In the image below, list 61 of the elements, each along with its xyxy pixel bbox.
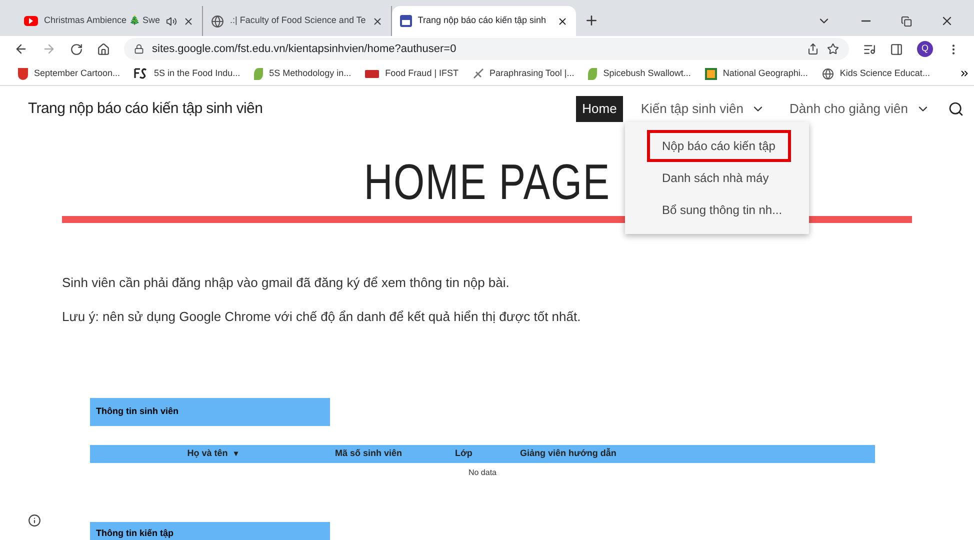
column-header[interactable]: Họ và tên ▾ xyxy=(90,447,335,461)
info-icon[interactable] xyxy=(28,514,41,527)
browser-tab[interactable]: Trang nộp báo cáo kiến tập sinh xyxy=(392,6,576,36)
paragraph: Sinh viên cần phải đăng nhập vào gmail đã đăng ký để xem thông tin nộp bài. xyxy=(62,274,510,292)
back-icon[interactable] xyxy=(14,42,28,56)
tab-title: Trang nộp báo cáo kiến tập sinh xyxy=(418,14,548,28)
video-play-icon xyxy=(24,16,38,26)
bookmark[interactable]: National Geographi... xyxy=(704,66,808,80)
shield-icon xyxy=(18,68,28,80)
star-icon[interactable] xyxy=(827,43,839,55)
speaker-icon[interactable] xyxy=(166,16,178,26)
empty-table-text: No data xyxy=(467,467,498,479)
more-bookmarks-icon[interactable] xyxy=(959,68,970,79)
tab-title: .:| Faculty of Food Science and Te xyxy=(230,14,366,28)
profile-avatar[interactable]: Q xyxy=(917,41,933,57)
nav-item[interactable]: Home xyxy=(576,96,623,122)
menu-item[interactable]: Danh sách nhà máy xyxy=(647,162,791,194)
column-header: Lớp xyxy=(455,447,474,460)
globe-icon xyxy=(211,14,224,28)
menu-item[interactable]: Bổ sung thông tin nh... xyxy=(647,194,791,226)
sort-caret[interactable]: ▾ xyxy=(234,449,238,458)
tab-title: Christmas Ambience 🎄 Swe xyxy=(44,14,160,28)
section-header: Thông tin kiến tập xyxy=(90,522,330,540)
page-icon xyxy=(400,15,412,27)
reload-icon[interactable] xyxy=(70,42,83,56)
home-icon[interactable] xyxy=(97,42,110,56)
bookmark[interactable]: 5S in the Food Indu... xyxy=(134,66,240,80)
side-panel-icon[interactable] xyxy=(890,42,903,56)
lock-icon xyxy=(134,44,144,54)
page-heading: HOME PAGE xyxy=(364,154,610,210)
close-tab-icon[interactable] xyxy=(556,16,568,26)
media-icon[interactable] xyxy=(863,42,876,56)
letters-logo-icon xyxy=(134,68,148,79)
bookmark[interactable]: September Cartoon... xyxy=(18,66,120,80)
bookmark[interactable]: Paraphrasing Tool |... xyxy=(472,66,574,80)
column-header: Giảng viên hướng dẫn xyxy=(520,447,616,460)
leaf-icon xyxy=(254,68,264,80)
leaf-icon xyxy=(588,68,598,80)
paragraph: Lưu ý: nên sử dụng Google Chrome với chế độ ẩn danh để kết quả hiển thị được tốt nhất. xyxy=(62,308,582,326)
nav-item[interactable]: Dành cho giảng viên xyxy=(783,96,936,122)
column-header: Mã số sinh viên xyxy=(335,447,404,460)
address-bar[interactable]: sites.google.com/fst.edu.vn/kientapsinhvien/home?authuser=0 xyxy=(124,38,849,60)
logo-icon xyxy=(365,70,380,78)
search-icon[interactable] xyxy=(948,101,964,117)
site-title[interactable]: Trang nộp báo cáo kiến tập sinh viên xyxy=(28,98,263,120)
section-header: Thông tin sinh viên xyxy=(90,398,330,426)
close-tab-icon[interactable] xyxy=(183,16,194,26)
new-tab-icon[interactable] xyxy=(584,13,599,28)
restore-icon[interactable] xyxy=(901,16,912,26)
bookmark[interactable]: Spicebush Swallowt... xyxy=(588,66,691,80)
url-text: sites.google.com/fst.edu.vn/kientapsinhvien/home?authuser=0 xyxy=(152,42,456,57)
bookmark[interactable]: Food Fraud | IFST xyxy=(365,66,459,80)
bookmark[interactable]: Kids Science Educat... xyxy=(822,66,930,80)
square-logo-icon xyxy=(704,68,717,80)
close-icon[interactable] xyxy=(940,14,954,28)
menu-item[interactable]: Nộp báo cáo kiến tập xyxy=(647,130,791,162)
bookmark[interactable]: 5S Methodology in... xyxy=(254,66,352,80)
globe-icon xyxy=(822,68,834,80)
nav-item[interactable]: Kiến tập sinh viên xyxy=(634,96,772,122)
close-tab-icon[interactable] xyxy=(372,16,383,26)
share-icon[interactable] xyxy=(807,43,819,55)
